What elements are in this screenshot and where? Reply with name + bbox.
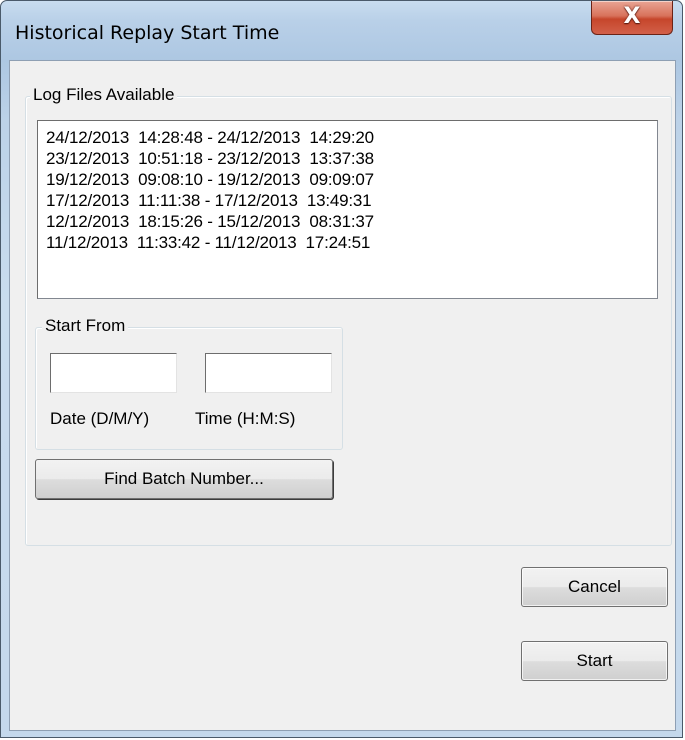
window-title: Historical Replay Start Time: [15, 22, 280, 44]
log-file-item[interactable]: 12/12/2013 18:15:26 - 15/12/2013 08:31:3…: [46, 211, 374, 233]
log-files-listbox[interactable]: 24/12/2013 14:28:48 - 24/12/2013 14:29:2…: [37, 120, 658, 299]
dialog-window: Historical Replay Start Time X Log Files…: [0, 0, 683, 738]
log-file-item[interactable]: 17/12/2013 11:11:38 - 17/12/2013 13:49:3…: [46, 190, 372, 212]
log-file-item[interactable]: 23/12/2013 10:51:18 - 23/12/2013 13:37:3…: [46, 148, 374, 170]
time-input[interactable]: [205, 353, 332, 393]
dialog-client-area: Log Files Available 24/12/2013 14:28:48 …: [9, 60, 676, 731]
log-file-item[interactable]: 19/12/2013 09:08:10 - 19/12/2013 09:09:0…: [46, 169, 374, 191]
log-file-item[interactable]: 24/12/2013 14:28:48 - 24/12/2013 14:29:2…: [46, 127, 374, 149]
date-label: Date (D/M/Y): [50, 409, 150, 428]
close-button[interactable]: X: [591, 1, 673, 35]
start-button[interactable]: Start: [521, 641, 668, 681]
date-input[interactable]: [50, 353, 177, 393]
close-icon: X: [623, 4, 641, 29]
log-files-legend: Log Files Available: [30, 85, 178, 105]
find-batch-number-button[interactable]: Find Batch Number...: [35, 459, 333, 499]
title-bar[interactable]: Historical Replay Start Time X: [1, 1, 682, 61]
time-label: Time (H:M:S): [195, 409, 296, 428]
start-from-legend: Start From: [42, 316, 129, 336]
cancel-button[interactable]: Cancel: [521, 567, 668, 607]
log-file-item[interactable]: 11/12/2013 11:33:42 - 11/12/2013 17:24:5…: [46, 232, 370, 254]
